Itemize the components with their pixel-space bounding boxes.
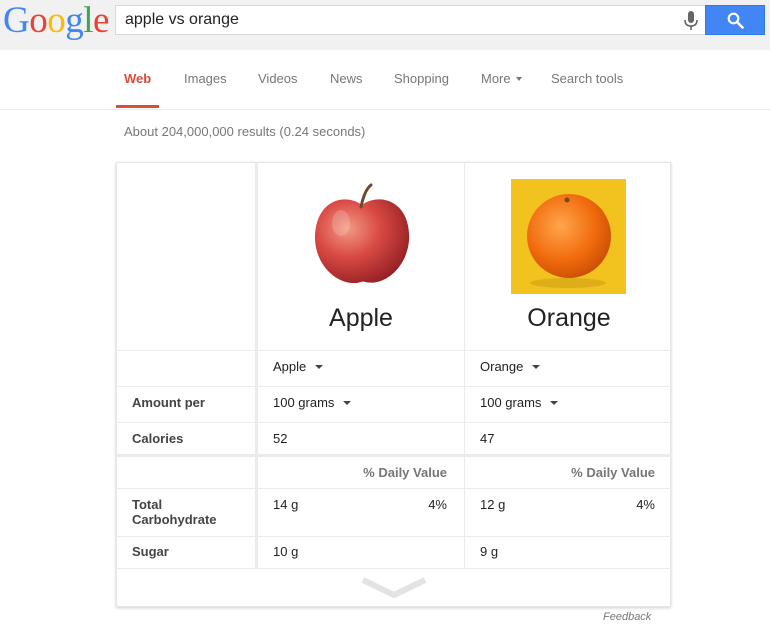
- row-label-calories: Calories: [132, 431, 184, 446]
- logo-letter: o: [47, 0, 66, 41]
- fruit-name-orange: Orange: [527, 304, 611, 332]
- feedback-link[interactable]: Feedback: [603, 611, 651, 623]
- daily-value-header-apple: % Daily Value: [363, 465, 447, 480]
- expand-chevron-icon[interactable]: [361, 576, 427, 600]
- google-logo[interactable]: Google: [3, 1, 109, 41]
- search-tabs: Web Images Videos News Shopping More Sea…: [0, 50, 770, 110]
- tab-search-tools[interactable]: Search tools: [551, 71, 623, 86]
- column-divider: [255, 163, 258, 568]
- row-divider: [117, 454, 672, 457]
- dropdown-arrow-icon: [343, 400, 352, 405]
- logo-letter: l: [83, 0, 94, 41]
- tab-videos[interactable]: Videos: [258, 71, 298, 86]
- sugar-value-apple: 10 g: [273, 544, 299, 559]
- calories-value-orange: 47: [480, 431, 495, 446]
- tab-more-label: More: [481, 71, 511, 86]
- dropdown-arrow-icon: [315, 364, 324, 369]
- row-divider: [117, 488, 672, 489]
- amount-selector-label: 100 grams: [480, 395, 542, 410]
- chevron-down-icon: [515, 76, 522, 81]
- search-input[interactable]: [125, 6, 665, 34]
- logo-letter: g: [65, 0, 84, 41]
- result-stats: About 204,000,000 results (0.24 seconds): [124, 124, 366, 139]
- tab-web[interactable]: Web: [124, 71, 151, 86]
- row-label-sugar: Sugar: [132, 544, 169, 559]
- column-divider: [464, 163, 465, 568]
- fruit-selector-label: Apple: [273, 359, 307, 374]
- dropdown-arrow-icon: [550, 400, 559, 405]
- orange-image[interactable]: [511, 179, 626, 294]
- search-button[interactable]: [705, 5, 765, 35]
- carbs-value-apple: 14 g: [273, 497, 299, 512]
- carbs-value-orange: 12 g: [480, 497, 506, 512]
- apple-image[interactable]: [311, 183, 413, 287]
- carbs-percent-apple: 4%: [428, 497, 447, 512]
- tab-images[interactable]: Images: [184, 71, 227, 86]
- calories-value-apple: 52: [273, 431, 288, 446]
- fruit-selector-orange[interactable]: Orange: [480, 359, 541, 374]
- row-divider: [117, 568, 672, 569]
- amount-selector-orange[interactable]: 100 grams: [480, 395, 559, 410]
- logo-letter: G: [3, 0, 30, 41]
- row-divider: [117, 350, 672, 351]
- carbs-percent-orange: 4%: [636, 497, 655, 512]
- logo-letter: e: [93, 0, 109, 41]
- tab-more[interactable]: More: [481, 71, 522, 86]
- row-label-amount: Amount per: [132, 395, 205, 410]
- amount-selector-apple[interactable]: 100 grams: [273, 395, 352, 410]
- fruit-selector-label: Orange: [480, 359, 524, 374]
- active-tab-indicator: [116, 105, 159, 108]
- search-icon: [727, 12, 744, 29]
- row-divider: [117, 386, 672, 387]
- tab-shopping[interactable]: Shopping: [394, 71, 449, 86]
- sugar-value-orange: 9 g: [480, 544, 499, 559]
- microphone-icon[interactable]: [682, 11, 700, 31]
- fruit-name-apple: Apple: [329, 304, 393, 332]
- row-label-carbohydrate: Total Carbohydrate: [132, 497, 217, 527]
- orange-fruit-icon: [527, 194, 611, 288]
- row-divider: [117, 422, 672, 423]
- row-divider: [117, 536, 672, 537]
- logo-letter: o: [29, 0, 48, 41]
- daily-value-header-orange: % Daily Value: [571, 465, 655, 480]
- comparison-card: Apple Orange Apple Orange Amount per 100…: [116, 162, 672, 607]
- top-bar: Google: [0, 0, 770, 50]
- search-box: [115, 5, 705, 35]
- fruit-selector-apple[interactable]: Apple: [273, 359, 324, 374]
- tab-news[interactable]: News: [330, 71, 363, 86]
- dropdown-arrow-icon: [532, 364, 541, 369]
- amount-selector-label: 100 grams: [273, 395, 335, 410]
